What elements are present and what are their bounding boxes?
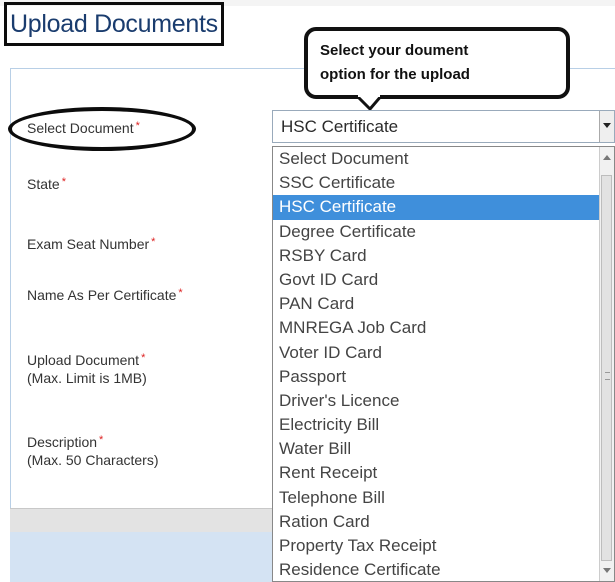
callout-line-1: Select your doument — [320, 42, 469, 59]
dropdown-scrollbar[interactable] — [599, 147, 614, 581]
dropdown-option[interactable]: Residence Certificate — [273, 558, 601, 581]
dropdown-option-selected[interactable]: HSC Certificate — [273, 195, 601, 220]
dropdown-toggle[interactable] — [599, 111, 614, 142]
dropdown-option[interactable]: Degree Certificate — [273, 220, 601, 244]
name-as-per-certificate-label: Name As Per Certificate * — [27, 287, 183, 303]
required-marker: * — [141, 352, 146, 364]
state-label: State * — [27, 176, 66, 192]
description-label: Description * (Max. 50 Characters) — [27, 434, 158, 468]
required-marker: * — [178, 287, 183, 299]
scroll-up-icon[interactable] — [603, 155, 611, 160]
description-hint: (Max. 50 Characters) — [27, 452, 159, 468]
annotation-ellipse — [8, 107, 196, 151]
grip-icon — [605, 372, 610, 380]
dropdown-option[interactable]: SSC Certificate — [273, 171, 601, 195]
upload-document-label-text: Upload Document — [27, 352, 140, 368]
dropdown-option[interactable]: Passport — [273, 365, 601, 389]
required-marker: * — [61, 176, 66, 188]
exam-seat-number-label-text: Exam Seat Number — [27, 236, 150, 252]
callout-tail — [354, 95, 384, 111]
state-label-text: State — [27, 176, 60, 192]
name-as-per-certificate-label-text: Name As Per Certificate — [27, 287, 177, 303]
dropdown-option[interactable]: Telephone Bill — [273, 486, 601, 510]
exam-seat-number-label: Exam Seat Number * — [27, 236, 155, 252]
upload-document-hint: (Max. Limit is 1MB) — [27, 370, 147, 386]
callout-line-2: option for the upload — [320, 66, 470, 83]
required-marker: * — [99, 434, 104, 446]
scroll-down-icon[interactable] — [603, 568, 611, 573]
dropdown-option[interactable]: Driver's Licence — [273, 389, 601, 413]
document-options-list[interactable]: Select Document SSC Certificate HSC Certif… — [272, 146, 615, 582]
upload-document-label: Upload Document * (Max. Limit is 1MB) — [27, 352, 147, 386]
select-document-dropdown[interactable]: HSC Certificate — [272, 110, 615, 143]
chevron-down-icon — [603, 123, 611, 128]
dropdown-option[interactable]: Select Document — [273, 147, 601, 171]
dropdown-option[interactable]: Rent Receipt — [273, 461, 601, 485]
dropdown-option[interactable]: Ration Card — [273, 510, 601, 534]
dropdown-option[interactable]: Electricity Bill — [273, 413, 601, 437]
dropdown-option[interactable]: Water Bill — [273, 437, 601, 461]
dropdown-option[interactable]: RSBY Card — [273, 244, 601, 268]
scrollbar-thumb[interactable] — [601, 175, 612, 561]
required-marker: * — [151, 236, 156, 248]
select-document-value: HSC Certificate — [281, 117, 399, 136]
dropdown-option[interactable]: Voter ID Card — [273, 341, 601, 365]
options: Select Document SSC Certificate HSC Certif… — [273, 147, 601, 581]
description-label-text: Description — [27, 434, 98, 450]
dropdown-option[interactable]: MNREGA Job Card — [273, 316, 601, 340]
page-title: Upload Documents — [4, 2, 224, 46]
dropdown-option[interactable]: Govt ID Card — [273, 268, 601, 292]
annotation-callout: Select your doument option for the uploa… — [304, 27, 570, 99]
dropdown-option[interactable]: PAN Card — [273, 292, 601, 316]
dropdown-option[interactable]: Property Tax Receipt — [273, 534, 601, 558]
